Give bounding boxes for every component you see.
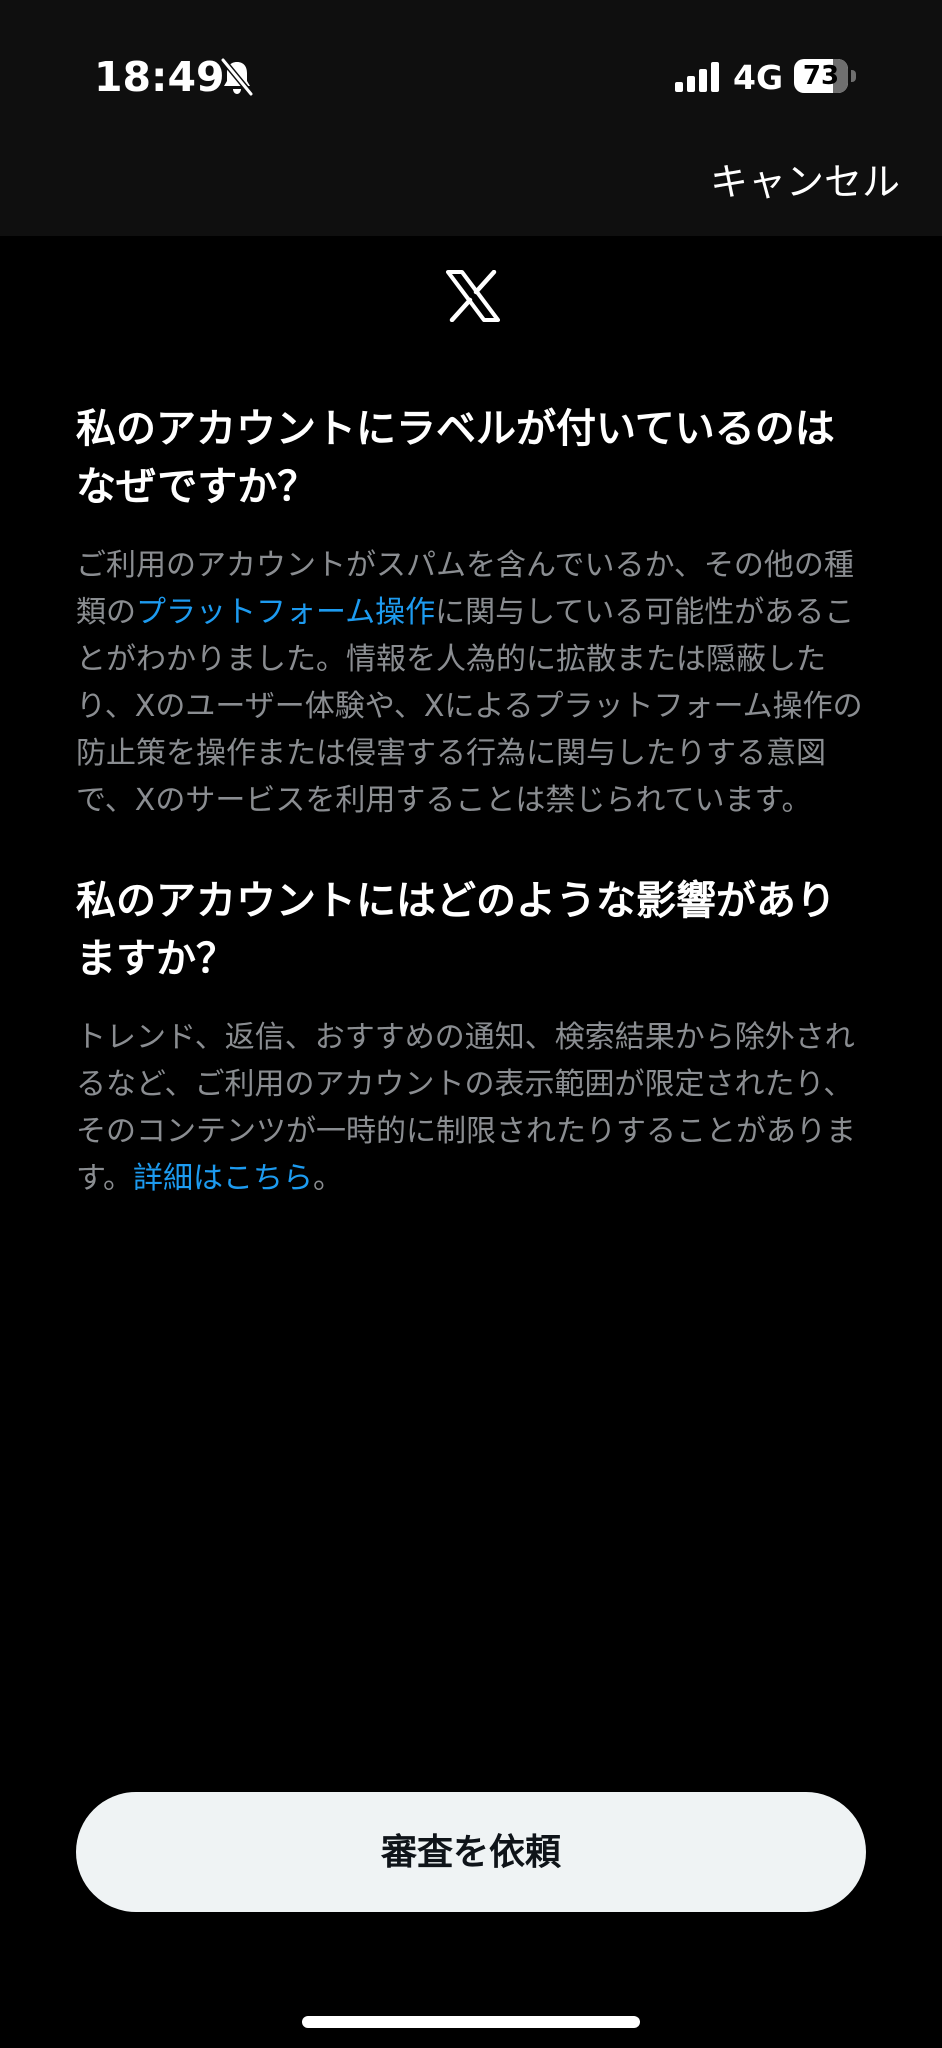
status-time: 18:49 bbox=[94, 53, 225, 101]
bell-slash-icon bbox=[220, 58, 254, 96]
impact-text-2: 。 bbox=[313, 1161, 343, 1196]
learn-more-link[interactable]: 詳細はこちら bbox=[133, 1161, 313, 1196]
network-type: 4G bbox=[733, 58, 784, 97]
info-content: 私のアカウントにラベルが付いているのはなぜですか？ ご利用のアカウントがスパムを… bbox=[76, 400, 866, 1202]
battery-indicator: 73 bbox=[794, 59, 856, 93]
home-indicator[interactable] bbox=[302, 2016, 640, 2028]
status-bar: 18:49 4G 73 bbox=[0, 0, 942, 120]
platform-manipulation-link[interactable]: プラットフォーム操作 bbox=[136, 595, 435, 630]
battery-icon: 73 bbox=[794, 59, 848, 93]
request-review-button[interactable]: 審査を依頼 bbox=[76, 1792, 866, 1912]
x-logo-icon bbox=[446, 270, 500, 322]
battery-nub bbox=[851, 70, 856, 82]
label-reason-body: ご利用のアカウントがスパムを含んでいるか、その他の種類のプラットフォーム操作に関… bbox=[76, 542, 866, 824]
top-bar: 18:49 4G 73 キャンセル bbox=[0, 0, 942, 236]
label-reason-heading: 私のアカウントにラベルが付いているのはなぜですか？ bbox=[76, 406, 835, 510]
battery-percent: 73 bbox=[802, 61, 840, 91]
cancel-button[interactable]: キャンセル bbox=[710, 154, 900, 210]
impact-body: トレンド、返信、おすすめの通知、検索結果から除外されるなど、ご利用のアカウントの… bbox=[76, 1014, 866, 1202]
cellular-signal-icon bbox=[675, 62, 719, 92]
impact-heading: 私のアカウントにはどのような影響がありますか？ bbox=[76, 878, 836, 982]
